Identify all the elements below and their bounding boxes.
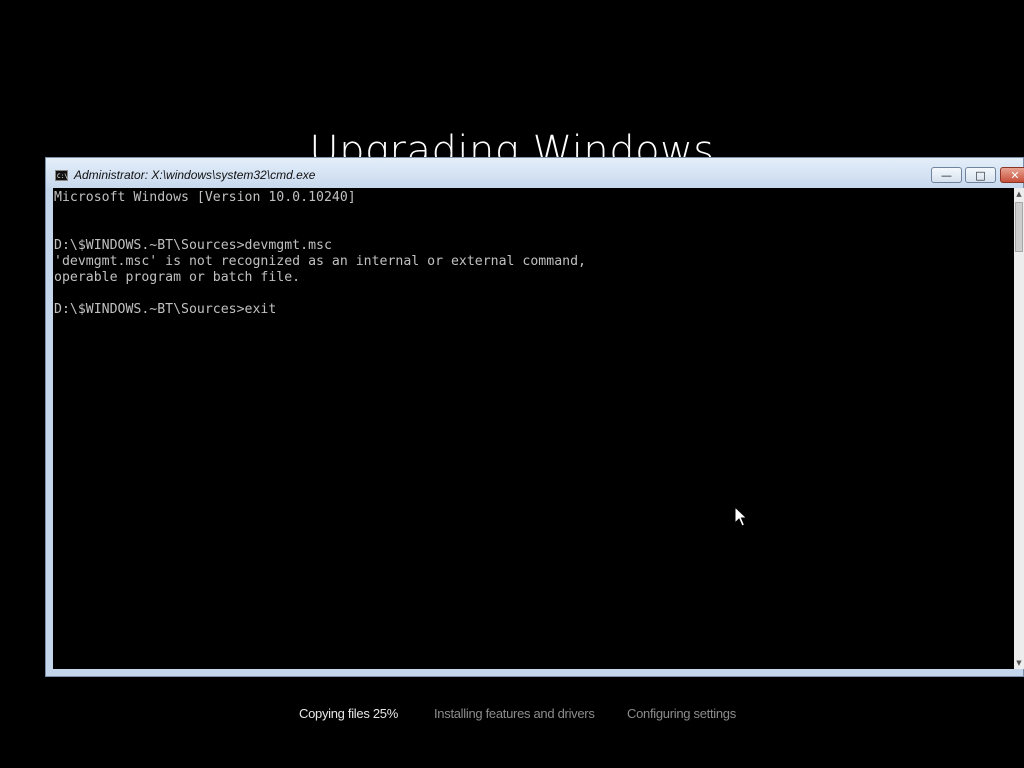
close-icon: ✕	[1010, 168, 1020, 182]
mouse-pointer-icon	[734, 506, 748, 527]
console-line: D:\$WINDOWS.~BT\Sources>devmgmt.msc	[54, 238, 332, 253]
step-copying-files: Copying files 25%	[299, 706, 398, 721]
window-title: Administrator: X:\windows\system32\cmd.e…	[74, 168, 316, 182]
scroll-down-arrow-icon[interactable]: ▼	[1014, 657, 1024, 669]
scroll-up-arrow-icon[interactable]: ▲	[1014, 188, 1024, 200]
console-line: Microsoft Windows [Version 10.0.10240]	[54, 190, 356, 205]
step-configuring-settings: Configuring settings	[627, 706, 736, 721]
console-line: operable program or batch file.	[54, 270, 301, 285]
minimize-button[interactable]: —	[931, 167, 962, 183]
step-installing-features: Installing features and drivers	[434, 706, 595, 721]
console-line: D:\$WINDOWS.~BT\Sources>exit	[54, 302, 277, 317]
minimize-icon: —	[941, 168, 952, 182]
console-text: Microsoft Windows [Version 10.0.10240] D…	[53, 188, 1014, 320]
console-icon[interactable]: C:\	[55, 170, 68, 181]
window-titlebar[interactable]: C:\ Administrator: X:\windows\system32\c…	[46, 158, 1024, 188]
maximize-button[interactable]: □	[965, 167, 996, 183]
maximize-icon: □	[975, 168, 986, 182]
scroll-thumb[interactable]	[1015, 202, 1023, 252]
vertical-scrollbar[interactable]: ▲ ▼	[1014, 188, 1024, 669]
console-output[interactable]: Microsoft Windows [Version 10.0.10240] D…	[53, 188, 1014, 669]
console-line: 'devmgmt.msc' is not recognized as an in…	[54, 254, 586, 269]
close-button[interactable]: ✕	[1000, 167, 1024, 183]
cmd-window: C:\ Administrator: X:\windows\system32\c…	[45, 157, 1024, 677]
setup-progress-steps: Copying files 25% Installing features an…	[0, 706, 1024, 726]
